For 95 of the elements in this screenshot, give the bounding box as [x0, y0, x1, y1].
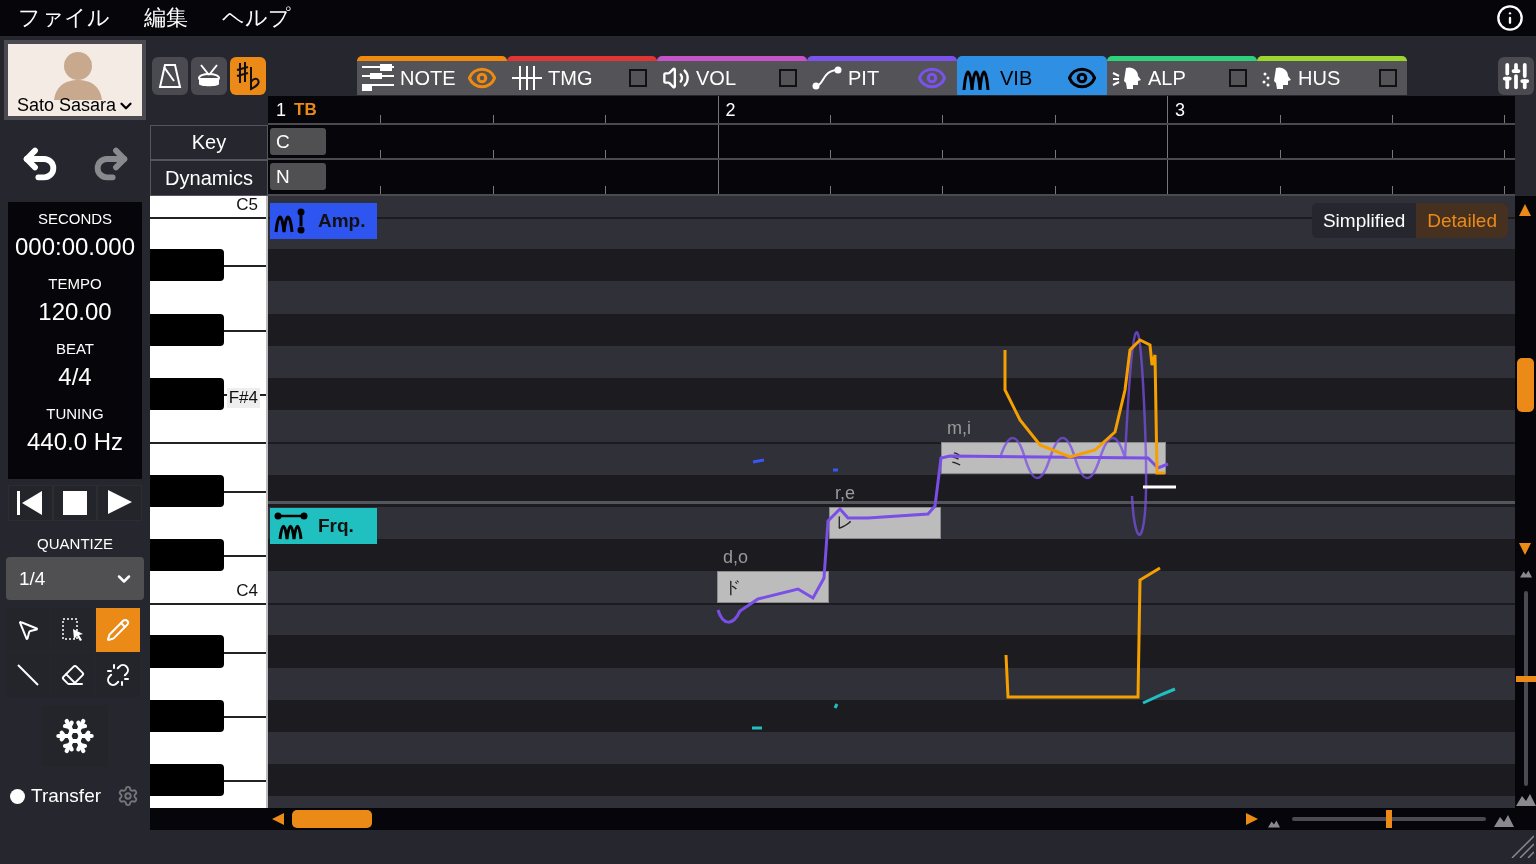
- sharp-flat-icon: [235, 61, 261, 91]
- drum-button[interactable]: [191, 57, 227, 95]
- quantize-label: QUANTIZE: [36, 535, 114, 552]
- visibility-checkbox[interactable]: [629, 69, 647, 87]
- sharp-piano-key[interactable]: [150, 538, 224, 572]
- stop-button[interactable]: [52, 485, 98, 521]
- phoneme-label: r,e: [835, 482, 855, 504]
- info-label: TEMPO: [48, 275, 102, 292]
- sharp-piano-key[interactable]: [150, 313, 224, 346]
- parameter-tab[interactable]: HUS: [1257, 56, 1407, 95]
- dynamics-chip[interactable]: N: [270, 163, 326, 190]
- info-value[interactable]: 4/4: [58, 363, 92, 391]
- rewind-button[interactable]: [8, 485, 53, 521]
- drum-icon: [196, 63, 222, 89]
- key-label: F#4: [226, 388, 260, 409]
- key-label: C5: [235, 196, 259, 215]
- sharp-piano-key[interactable]: [150, 377, 224, 411]
- info-value[interactable]: 120.00: [38, 298, 112, 326]
- menu-item[interactable]: ヘルプ: [222, 3, 291, 33]
- measure-number: 1 TB: [276, 100, 317, 121]
- piano-keyboard[interactable]: C5 F#4 C4: [150, 196, 268, 808]
- singer-avatar[interactable]: Sato Sasara: [4, 40, 146, 120]
- phoneme-label: d,o: [723, 547, 749, 569]
- face-profile-icon: [1262, 65, 1292, 91]
- info-label: TUNING: [46, 405, 104, 422]
- scroll-right-icon[interactable]: [1246, 812, 1258, 826]
- transfer-toggle[interactable]: Transfer: [10, 785, 102, 807]
- visibility-checkbox[interactable]: [1379, 69, 1397, 87]
- zoom-scale-icon: [1516, 794, 1536, 806]
- parameter-tab[interactable]: VIB: [957, 56, 1107, 95]
- skip-to-start-icon: [17, 490, 44, 516]
- zoom-scale-icon: [1520, 570, 1532, 578]
- mixer-button[interactable]: [1498, 57, 1534, 95]
- note-block[interactable]: ド: [717, 571, 829, 604]
- metronome-icon: [158, 63, 182, 89]
- info-label: SECONDS: [37, 210, 113, 227]
- horizontal-scroll-thumb[interactable]: [292, 810, 372, 828]
- singer-name[interactable]: Sato Sasara: [14, 95, 136, 116]
- settings-icon[interactable]: [117, 785, 140, 807]
- scroll-left-icon[interactable]: [272, 812, 284, 826]
- measure-number: 3: [1175, 100, 1185, 121]
- parameter-tab[interactable]: ALP: [1107, 56, 1257, 95]
- track-label: Key: [150, 125, 268, 160]
- unlink-icon: [106, 663, 130, 687]
- visibility-checkbox[interactable]: [779, 69, 797, 87]
- key-label: C4: [235, 581, 259, 602]
- vertical-scroll-thumb[interactable]: [1517, 358, 1534, 412]
- info-value[interactable]: 000:00.000: [14, 233, 136, 261]
- zoom-scale-icon: [1268, 820, 1280, 828]
- parameter-tab[interactable]: TMG: [507, 56, 657, 95]
- snowflake-icon: [55, 716, 95, 756]
- parameter-tab[interactable]: NOTE: [357, 56, 507, 95]
- measure-number: 2: [725, 100, 736, 121]
- amplitude-panel-label: Amp.: [270, 203, 377, 239]
- pointer-icon: [16, 618, 40, 642]
- line-icon: [16, 663, 40, 687]
- sharp-piano-key[interactable]: [150, 474, 224, 507]
- sharp-piano-key[interactable]: [150, 249, 224, 282]
- menu-item[interactable]: 編集: [144, 3, 188, 33]
- info-label: BEAT: [55, 340, 95, 357]
- scroll-up-icon[interactable]: [1518, 204, 1532, 216]
- play-icon: [107, 490, 132, 516]
- frequency-panel-label: Frq.: [270, 508, 377, 544]
- zoom-slider-thumb[interactable]: [1516, 675, 1536, 682]
- play-button[interactable]: [97, 485, 142, 521]
- accidental-button[interactable]: [230, 57, 266, 95]
- parameter-tab[interactable]: VOL: [657, 56, 807, 95]
- info-value[interactable]: 440.0 Hz: [26, 428, 124, 456]
- track-label: Dynamics: [150, 160, 268, 196]
- metronome-button[interactable]: [152, 57, 188, 95]
- timing-grid-icon: [512, 65, 542, 91]
- pitch-curve-icon: [812, 65, 842, 91]
- key-chip[interactable]: C: [270, 128, 326, 155]
- quantize-dropdown[interactable]: 1/4: [6, 557, 144, 600]
- note-bars-icon: [362, 64, 394, 92]
- time-beat-marker: TB: [294, 100, 317, 121]
- frequency-icon: [274, 512, 308, 540]
- zoom-scale-icon: [1494, 815, 1514, 827]
- face-profile-icon: [1112, 65, 1142, 91]
- info-icon[interactable]: [1496, 4, 1524, 32]
- phoneme-label: m,i: [947, 418, 971, 440]
- parameter-tab[interactable]: PIT: [807, 56, 957, 95]
- view-mode-option[interactable]: Detailed: [1416, 203, 1508, 238]
- eraser-icon: [61, 663, 85, 687]
- pencil-icon: [106, 618, 130, 642]
- vibrato-end-mark: [1141, 485, 1178, 489]
- sharp-piano-key[interactable]: [150, 699, 224, 732]
- visibility-checkbox[interactable]: [1229, 69, 1247, 87]
- sharp-piano-key[interactable]: [150, 764, 224, 797]
- stop-icon: [63, 491, 87, 515]
- menu-item[interactable]: ファイル: [18, 3, 110, 33]
- scroll-down-icon[interactable]: [1518, 543, 1532, 555]
- zoom-slider-thumb[interactable]: [1386, 810, 1392, 828]
- range-select-icon: [61, 617, 85, 643]
- sliders-icon: [1501, 61, 1531, 91]
